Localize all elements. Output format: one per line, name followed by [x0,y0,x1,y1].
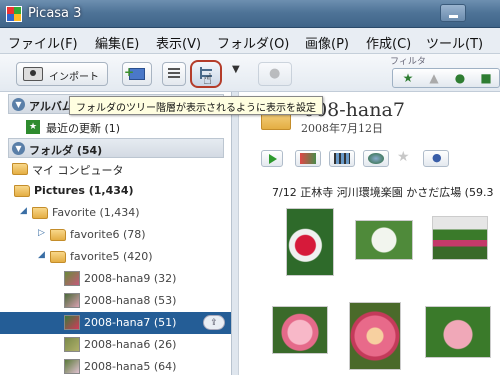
people-button[interactable]: ● [258,62,292,86]
filter-label: フィルタ [390,57,426,67]
new-album-button[interactable] [122,62,152,86]
menu-tools[interactable]: ツール(T) [426,33,483,52]
list-icon [168,68,180,80]
pictures-label: Pictures (1,434) [34,184,134,197]
folder-thumbnail-icon [64,337,80,352]
globe-icon [368,153,384,164]
recent-star-icon: ★ [26,120,40,134]
menu-picture[interactable]: 画像(P) [305,33,349,52]
menu-create[interactable]: 作成(C) [366,33,411,52]
tree-item-hana8[interactable]: 2008-hana8 (53) [8,290,224,312]
tree-item-favorite6[interactable]: ▷ favorite6 (78) [8,224,224,246]
person-icon: ● [432,151,442,164]
photo-thumbnail[interactable] [355,220,413,260]
filter-buttons: ★ ▲ ● ■ [392,68,500,88]
album-content-pane: 008-hana7 2008年7月12日 ★ ● 7/12 正林寺 河川環境楽園… [238,92,500,375]
star-filter-icon[interactable]: ★ [399,71,417,86]
window-title: Picasa 3 [28,6,82,21]
album-date: 2008年7月12日 [301,122,383,135]
view-dropdown-button[interactable]: ▼ [228,62,246,86]
menu-view[interactable]: 表示(V) [156,33,201,52]
hana8-label: 2008-hana8 (53) [84,294,177,307]
folder-thumbnail-icon [64,359,80,374]
play-slideshow-button[interactable] [261,150,283,167]
camera-icon [23,67,43,81]
tree-item-pictures[interactable]: Pictures (1,434) [8,180,224,202]
folder-icon [14,185,30,197]
upload-icon[interactable]: ⇪ [203,315,225,330]
upload-filter-icon[interactable]: ▲ [425,71,443,86]
photo-thumbnail[interactable] [425,306,491,358]
picasa-app-icon [6,6,22,22]
expanded-triangle-icon[interactable]: ◢ [20,206,27,216]
menu-folder[interactable]: フォルダ(O) [217,33,289,52]
tree-item-favorite[interactable]: ◢ Favorite (1,434) [8,202,224,224]
collapsed-triangle-icon[interactable]: ▷ [38,228,45,238]
expanded-triangle-icon[interactable]: ◢ [38,250,45,260]
minimize-button[interactable] [440,4,466,22]
folder-icon [50,251,66,263]
tree-item-hana7-selected[interactable]: 2008-hana7 (51) ⇪ [0,312,231,334]
hana5-label: 2008-hana5 (64) [84,360,177,373]
hand-cursor-icon: ☝ [203,70,213,88]
toolbar: インポート ▼ ● フィルタ ★ ▲ ● ■ [0,54,500,92]
folder-thumbnail-icon [64,315,80,330]
menu-bar: ファイル(F) 編集(E) 表示(V) フォルダ(O) 画像(P) 作成(C) … [0,28,500,54]
favorite-label: Favorite (1,434) [52,206,140,219]
favorite5-label: favorite5 (420) [70,250,153,263]
title-bar: Picasa 3 [0,0,500,28]
person-filter-icon[interactable]: ● [451,71,469,86]
chevron-down-icon: ▼ [232,64,240,75]
tree-item-hana5[interactable]: 2008-hana5 (64) [8,356,224,375]
my-computer-label: マイ コンピュータ [32,164,124,177]
import-button[interactable]: インポート [16,62,108,86]
favorite6-label: favorite6 (78) [70,228,146,241]
recent-updates-label: 最近の更新 (1) [46,122,121,135]
person-icon: ● [269,66,281,81]
menu-file[interactable]: ファイル(F) [8,33,78,52]
photo-thumbnail[interactable] [349,302,401,370]
folder-thumbnail-icon [64,293,80,308]
tree-view-tooltip: フォルダのツリー階層が表示されるように表示を設定 [69,96,323,115]
add-to-collage-button[interactable] [295,150,321,167]
movie-button[interactable] [329,150,355,167]
collapse-icon[interactable]: ▼ [12,98,25,111]
import-label: インポート [49,72,99,83]
people-tag-button[interactable]: ● [423,150,449,167]
hana6-label: 2008-hana6 (26) [84,338,177,351]
film-icon [334,153,350,164]
video-filter-icon[interactable]: ■ [477,71,495,86]
hana7-label: 2008-hana7 (51) [84,316,177,329]
tree-item-hana6[interactable]: 2008-hana6 (26) [8,334,224,356]
collapse-icon[interactable]: ▼ [12,142,25,155]
tree-item-hana9[interactable]: 2008-hana9 (32) [8,268,224,290]
album-caption: 7/12 正林寺 河川環境楽園 かさだ広場 (59.3 [272,186,494,199]
collage-icon [300,153,316,164]
folder-tree-pane: ▼ アルバム (1) ★ 最近の更新 (1) ▼ フォルダ (54) マイ コン… [0,92,232,375]
folder-icon [32,207,48,219]
menu-edit[interactable]: 編集(E) [95,33,139,52]
folder-thumbnail-icon [64,271,80,286]
star-icon[interactable]: ★ [397,149,410,165]
flat-view-button[interactable] [162,62,186,86]
recent-updates-item[interactable]: ★ 最近の更新 (1) [8,116,224,138]
folders-section-header[interactable]: ▼ フォルダ (54) [8,138,224,158]
hana9-label: 2008-hana9 (32) [84,272,177,285]
add-album-icon [124,65,145,80]
photo-thumbnail[interactable] [432,216,488,260]
photo-thumbnail[interactable] [286,208,334,276]
tree-item-favorite5[interactable]: ◢ favorite5 (420) [8,246,224,268]
folder-icon [50,229,66,241]
computer-folder-icon [12,163,28,175]
folders-header-label: フォルダ (54) [29,144,103,157]
my-computer-item[interactable]: マイ コンピュータ [8,158,224,180]
web-album-button[interactable] [363,150,389,167]
photo-thumbnail[interactable] [272,306,328,354]
